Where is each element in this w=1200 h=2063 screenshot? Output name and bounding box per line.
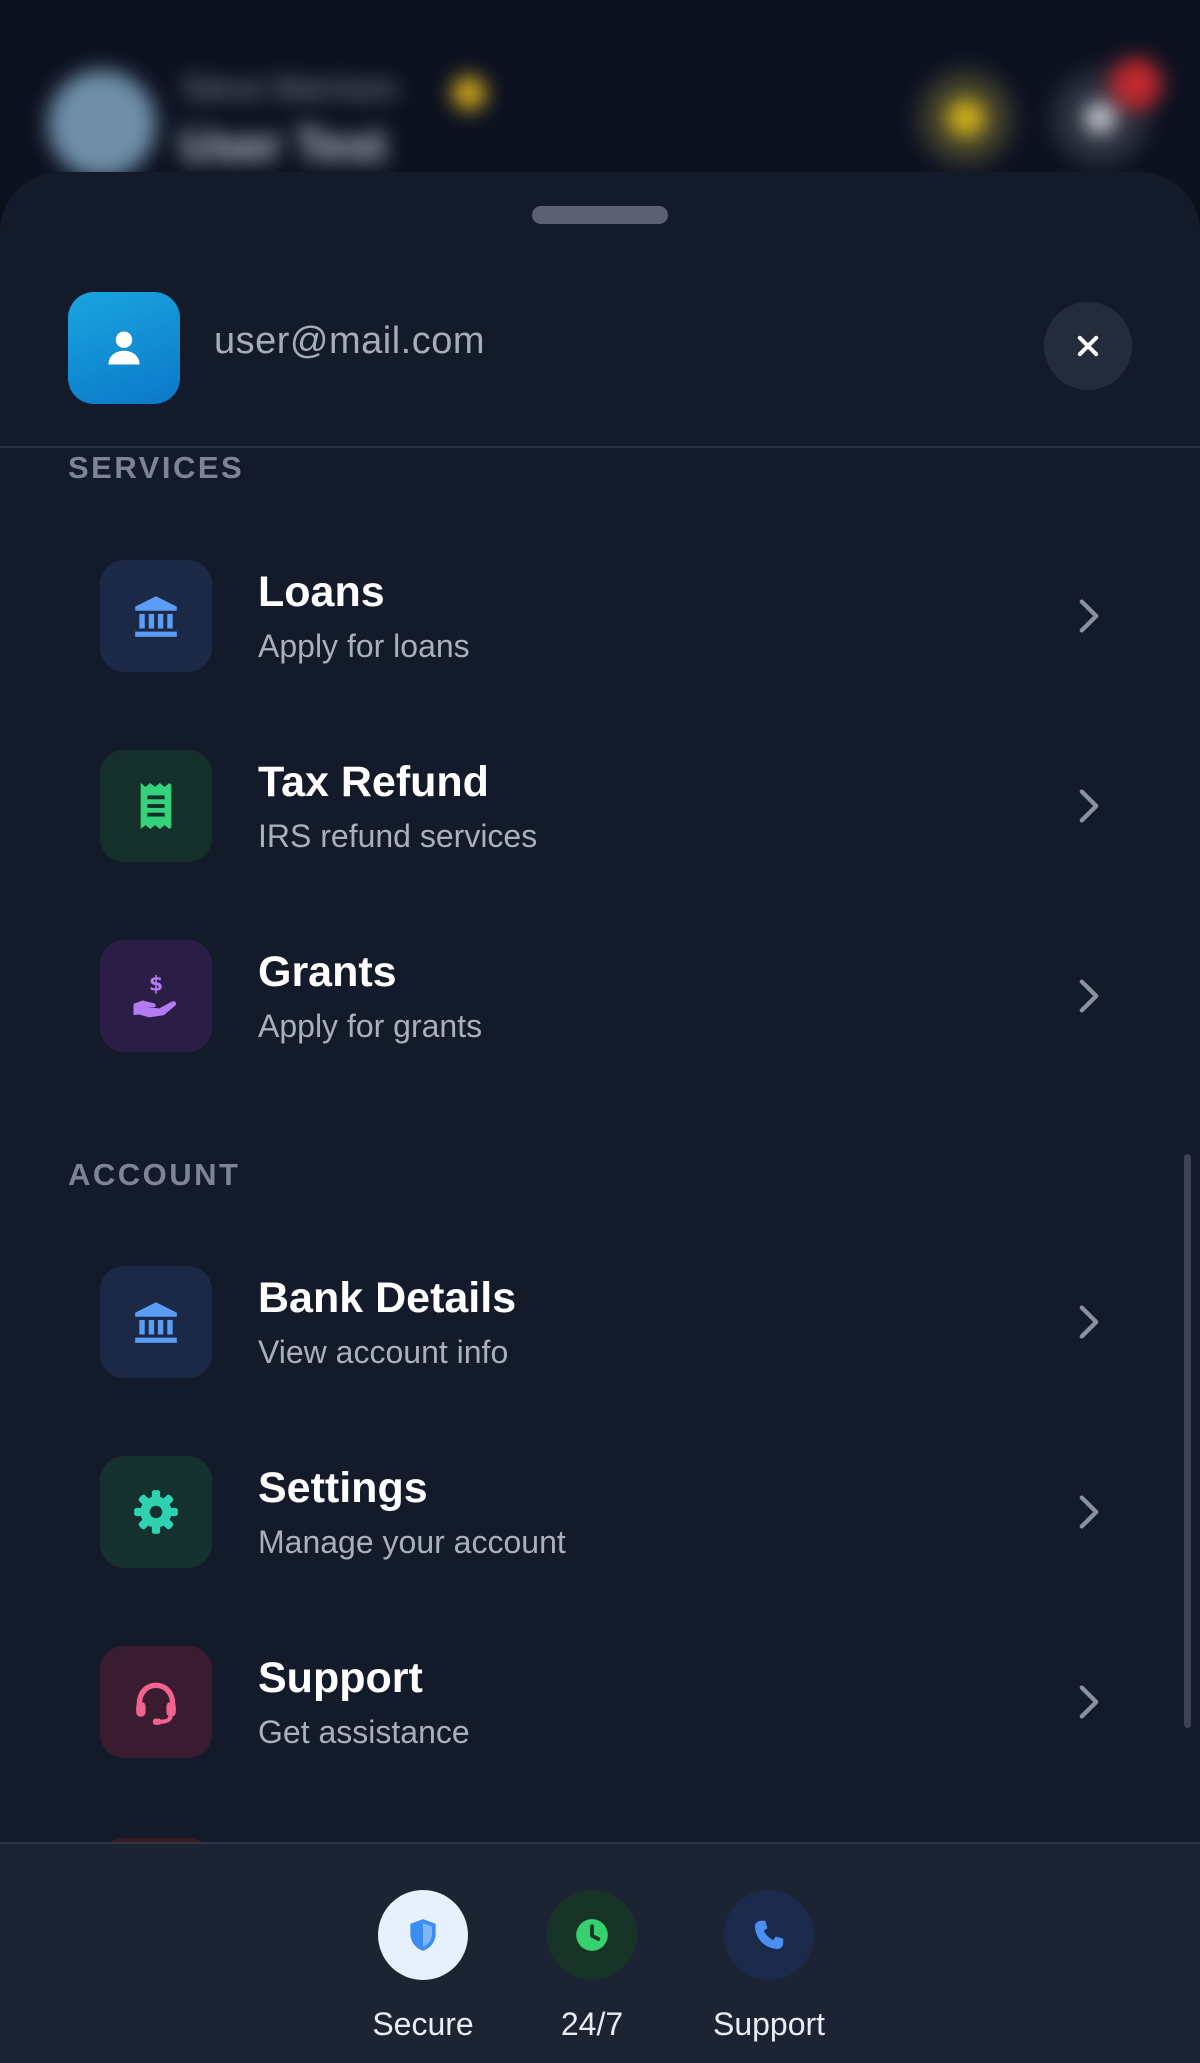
receipt-icon — [140, 783, 172, 829]
footer-item-support[interactable]: Support — [713, 1890, 825, 2043]
menu-item-bank-details[interactable]: Bank Details View account info — [0, 1238, 1160, 1408]
user-icon — [108, 331, 140, 365]
section-title-account: ACCOUNT — [68, 1157, 241, 1192]
close-button[interactable] — [1044, 302, 1132, 390]
chevron-right-icon — [1074, 976, 1104, 1016]
drag-handle[interactable] — [532, 206, 668, 224]
footer-item-secure[interactable]: Secure — [372, 1890, 474, 2043]
footer-icon-circle — [378, 1890, 468, 1980]
bank-icon — [135, 1302, 177, 1343]
close-icon — [1077, 335, 1099, 357]
notification-badge — [1110, 58, 1162, 110]
menu-sheet: user@mail.com SERVICES Loans Apply for l… — [0, 172, 1200, 2063]
svg-text:$: $ — [149, 971, 163, 995]
background-user-title: User Test — [180, 119, 387, 171]
footer-label: 24/7 — [560, 2006, 624, 2042]
chevron-right-icon — [1074, 1302, 1104, 1342]
footer-label: Support — [712, 2006, 826, 2042]
menu-item-icon-box — [100, 1456, 212, 1568]
background-user-name: Steve Marrison — [182, 70, 398, 106]
menu-item-icon-box — [100, 1646, 212, 1758]
chevron-right-icon — [1074, 1492, 1104, 1532]
background-blur: Steve Marrison User Test — [0, 0, 1200, 200]
menu-item-title: Bank Details — [258, 1274, 517, 1322]
menu-item-subtitle: Manage your account — [258, 1524, 566, 1560]
chevron-right-icon — [1074, 596, 1104, 636]
menu-item-title: Grants — [258, 948, 397, 996]
menu-item-settings[interactable]: Settings Manage your account — [0, 1428, 1160, 1598]
footer-label: Secure — [372, 2006, 474, 2042]
shield-icon — [410, 1919, 436, 1951]
section-title-services: SERVICES — [68, 450, 245, 485]
clock-icon — [576, 1919, 608, 1951]
menu-item-tax-refund[interactable]: Tax Refund IRS refund services — [0, 722, 1160, 892]
star-badge-icon — [452, 76, 486, 110]
footer-icon-circle — [547, 1890, 637, 1980]
menu-item-subtitle: View account info — [258, 1334, 509, 1370]
phone-icon — [754, 1920, 784, 1950]
menu-item-grants[interactable]: $ Grants Apply for grants — [0, 912, 1160, 1082]
menu-item-subtitle: Apply for grants — [258, 1008, 483, 1044]
background-header: Steve Marrison User Test — [0, 0, 1200, 200]
headset-icon — [136, 1682, 176, 1725]
scrollbar[interactable] — [1184, 1154, 1191, 1728]
menu-item-title: Settings — [258, 1464, 428, 1512]
gear-icon — [134, 1490, 178, 1534]
sheet-header: user@mail.com — [0, 272, 1200, 448]
footer-item-24-7[interactable]: 24/7 — [547, 1890, 637, 2043]
footer-icon-circle — [724, 1890, 814, 1980]
menu-item-title: Tax Refund — [258, 758, 489, 806]
chevron-right-icon — [1074, 786, 1104, 826]
menu-item-icon-box — [100, 1266, 212, 1378]
user-email: user@mail.com — [214, 320, 486, 362]
menu-item-support[interactable]: Support Get assistance — [0, 1618, 1160, 1788]
menu-item-loans[interactable]: Loans Apply for loans — [0, 532, 1160, 702]
hand-dollar-icon: $ — [133, 971, 177, 1018]
menu-item-icon-box — [100, 750, 212, 862]
menu-item-subtitle: Get assistance — [258, 1714, 470, 1750]
bank-icon — [135, 596, 177, 637]
menu-item-title: Loans — [258, 568, 385, 616]
background-avatar — [48, 70, 156, 178]
footer-bar: Secure 24/7 Support — [0, 1842, 1200, 2063]
menu-item-title: Support — [258, 1654, 423, 1702]
coin-icon — [918, 70, 1014, 166]
menu-item-icon-box — [100, 560, 212, 672]
menu-item-subtitle: Apply for loans — [258, 628, 470, 664]
chevron-right-icon — [1074, 1682, 1104, 1722]
menu-item-subtitle: IRS refund services — [258, 818, 538, 854]
user-avatar — [68, 292, 180, 404]
menu-item-icon-box: $ — [100, 940, 212, 1052]
